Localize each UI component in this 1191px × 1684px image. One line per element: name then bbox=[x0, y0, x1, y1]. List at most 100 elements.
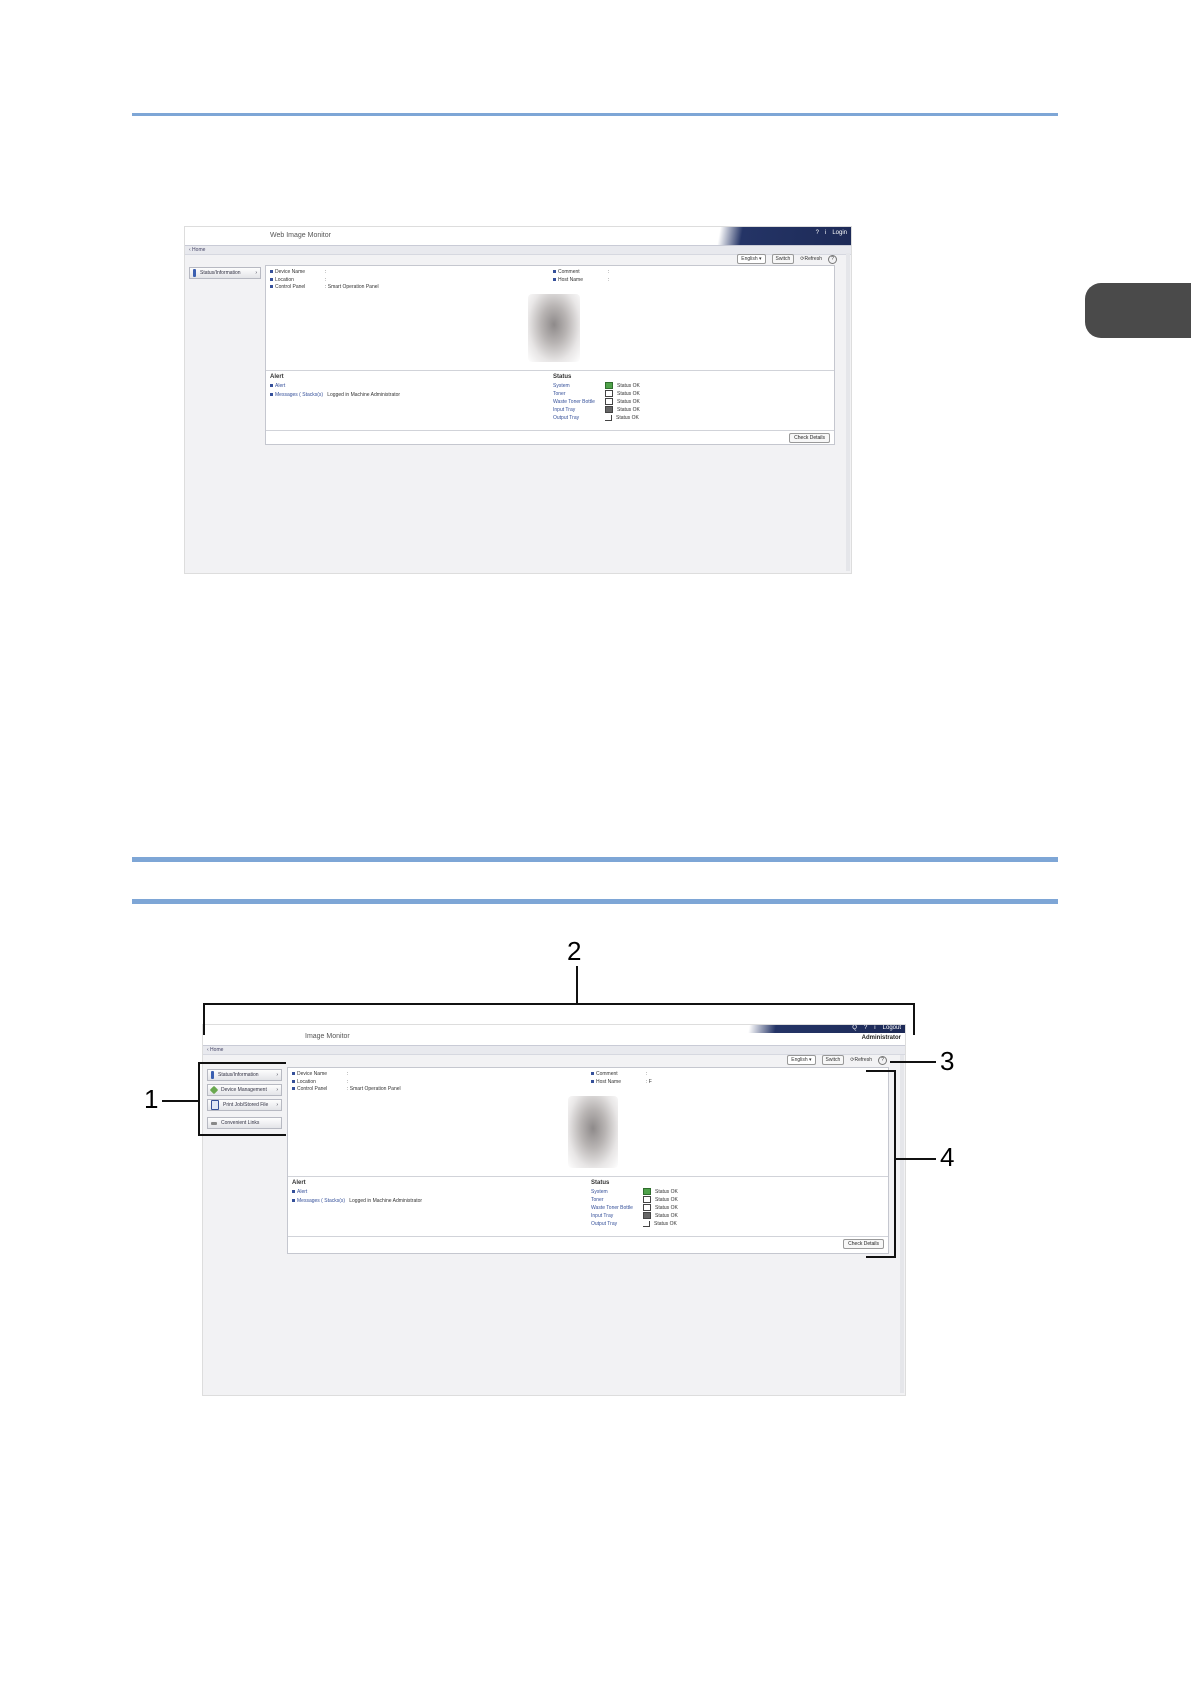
header-links: ? i Login bbox=[816, 230, 847, 236]
status-value: Status OK bbox=[655, 1205, 678, 1211]
refresh-button[interactable]: ⟳Refresh bbox=[850, 1057, 872, 1063]
callout-2: 2 bbox=[567, 936, 582, 966]
breadcrumb[interactable]: ‹ Home bbox=[189, 247, 205, 253]
toolbar: English ▾ Switch ⟳Refresh ? bbox=[737, 254, 837, 264]
language-select[interactable]: English ▾ bbox=[737, 254, 766, 264]
field-value: : bbox=[608, 276, 610, 283]
comment-row: Comment: bbox=[591, 1071, 652, 1079]
breadcrumb-bar: ‹ Home bbox=[203, 1046, 905, 1055]
login-link[interactable]: Login bbox=[832, 230, 847, 236]
status-title: Status bbox=[553, 374, 572, 380]
output-tray-icon bbox=[605, 414, 612, 421]
status-label[interactable]: Input Tray bbox=[553, 406, 605, 414]
status-label[interactable]: System bbox=[591, 1188, 643, 1196]
alert-link[interactable]: Alert bbox=[297, 1189, 307, 1195]
status-value: Status OK bbox=[617, 391, 640, 397]
location-row: Location: bbox=[292, 1079, 401, 1087]
status-row-output-tray: Output Tray Status OK bbox=[591, 1220, 678, 1228]
alert-message: Logged in Machine Administrator bbox=[327, 391, 401, 398]
switch-button[interactable]: Switch bbox=[771, 254, 795, 264]
bullet bbox=[270, 277, 273, 281]
language-value: English bbox=[741, 256, 758, 262]
control-panel-row: Control Panel: Smart Operation Panel bbox=[292, 1086, 401, 1094]
field-label: Device Name bbox=[297, 1071, 328, 1077]
bullet bbox=[270, 384, 273, 388]
device-fields: Device Name: Location: Control Panel: Sm… bbox=[270, 269, 379, 292]
system-status-icon bbox=[643, 1188, 651, 1196]
device-image bbox=[568, 1096, 618, 1168]
callout-4: 4 bbox=[940, 1142, 955, 1172]
switch-button[interactable]: Switch bbox=[821, 1055, 845, 1065]
toolbar: English ▾ Switch ⟳Refresh ? bbox=[787, 1055, 887, 1065]
help-icon[interactable]: ? bbox=[878, 1055, 887, 1065]
field-label: Comment bbox=[596, 1071, 618, 1077]
comment-row: Comment: bbox=[553, 269, 609, 277]
divider bbox=[288, 1176, 888, 1177]
bullet bbox=[292, 1079, 295, 1083]
device-image bbox=[528, 294, 580, 362]
field-value: : bbox=[325, 276, 327, 283]
status-label[interactable]: Waste Toner Bottle bbox=[591, 1204, 643, 1212]
refresh-button[interactable]: ⟳Refresh bbox=[800, 256, 822, 262]
status-label[interactable]: Toner bbox=[591, 1196, 643, 1204]
device-name-row: Device Name: bbox=[292, 1071, 401, 1079]
bullet bbox=[292, 1087, 295, 1091]
field-value: : bbox=[608, 269, 610, 275]
location-row: Location: bbox=[270, 277, 379, 285]
bullet bbox=[270, 285, 273, 289]
scrollbar[interactable] bbox=[846, 253, 850, 571]
field-value: : Smart Operation Panel bbox=[325, 284, 379, 290]
status-row-input-tray: Input Tray Status OK bbox=[591, 1212, 678, 1220]
status-row-system: System Status OK bbox=[553, 382, 640, 390]
messages-link[interactable]: Messages ( Stacks(s) bbox=[275, 392, 323, 398]
divider bbox=[266, 370, 834, 371]
status-row-toner: Toner Status OK bbox=[591, 1196, 678, 1204]
scrollbar[interactable] bbox=[900, 1055, 904, 1393]
app-title: Web Image Monitor bbox=[270, 232, 331, 239]
main-panel: Device Name: Location: Control Panel: Sm… bbox=[265, 265, 835, 445]
menu-label: Status/Information bbox=[200, 270, 241, 276]
status-label[interactable]: Output Tray bbox=[591, 1220, 643, 1228]
menu-status-information[interactable]: Status/Information › bbox=[189, 267, 261, 279]
toner-icon bbox=[605, 390, 613, 398]
status-label[interactable]: Waste Toner Bottle bbox=[553, 398, 605, 406]
header-bar: Web Image Monitor ? i Login bbox=[185, 227, 851, 246]
status-label[interactable]: Output Tray bbox=[553, 414, 605, 422]
messages-row: Messages ( Stacks(s) Logged in Machine A… bbox=[270, 391, 400, 400]
messages-row: Messages ( Stacks(s) Logged in Machine A… bbox=[292, 1197, 422, 1206]
footer-divider bbox=[288, 1236, 888, 1237]
status-label[interactable]: Input Tray bbox=[591, 1212, 643, 1220]
status-label[interactable]: System bbox=[553, 382, 605, 390]
info-icon[interactable]: i bbox=[825, 230, 826, 236]
language-value: English bbox=[791, 1057, 808, 1063]
field-value: : bbox=[347, 1071, 349, 1077]
host-fields: Comment: Host Name: F bbox=[591, 1071, 652, 1086]
bullet bbox=[270, 392, 273, 396]
left-menu: Status/Information › bbox=[189, 267, 261, 279]
bullet bbox=[270, 270, 273, 274]
breadcrumb[interactable]: ‹ Home bbox=[207, 1047, 223, 1053]
system-status-icon bbox=[605, 382, 613, 390]
help-icon[interactable]: ? bbox=[816, 230, 819, 236]
alert-link[interactable]: Alert bbox=[275, 383, 285, 389]
help-icon[interactable]: ? bbox=[828, 254, 837, 264]
status-row-toner: Toner Status OK bbox=[553, 390, 640, 398]
callout-1-leader bbox=[162, 1100, 199, 1102]
status-title: Status bbox=[591, 1180, 610, 1186]
status-row-output-tray: Output Tray Status OK bbox=[553, 414, 640, 422]
status-value: Status OK bbox=[616, 415, 639, 421]
field-value: : F bbox=[646, 1078, 652, 1085]
callout-1-bracket bbox=[198, 1062, 286, 1136]
input-tray-icon bbox=[643, 1212, 651, 1220]
section-rule-1 bbox=[132, 857, 1058, 862]
device-name-row: Device Name: bbox=[270, 269, 379, 277]
status-label[interactable]: Toner bbox=[553, 390, 605, 398]
callout-4-bracket bbox=[866, 1070, 896, 1258]
top-rule bbox=[132, 113, 1058, 116]
language-select[interactable]: English ▾ bbox=[787, 1055, 816, 1065]
main-panel: Device Name: Location: Control Panel: Sm… bbox=[287, 1067, 889, 1254]
status-value: Status OK bbox=[655, 1197, 678, 1203]
callout-3-leader bbox=[890, 1061, 936, 1063]
check-details-button[interactable]: Check Details bbox=[789, 433, 830, 443]
messages-link[interactable]: Messages ( Stacks(s) bbox=[297, 1198, 345, 1204]
